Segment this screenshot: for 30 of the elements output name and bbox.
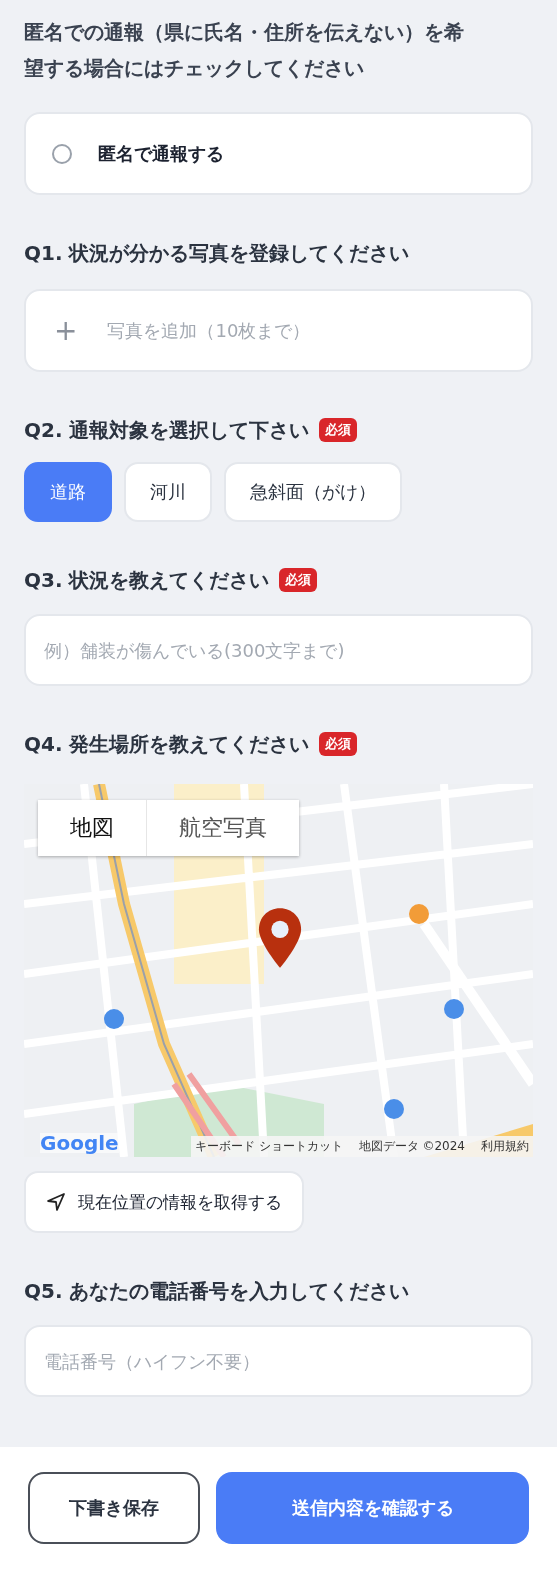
map-attribution-link[interactable]: 利用規約: [481, 1138, 529, 1155]
map-pin-icon: [257, 906, 303, 970]
choice-chip[interactable]: 道路: [24, 462, 112, 522]
required-badge: 必須: [279, 568, 318, 592]
question-label: Q3. 状況を教えてください: [24, 566, 270, 594]
anonymous-option[interactable]: 匿名で通報する: [24, 112, 533, 195]
input-field[interactable]: 例）舗装が傷んでいる(300文字まで): [24, 614, 533, 686]
question-label: Q2. 通報対象を選択して下さい: [24, 416, 310, 444]
map-type-tab[interactable]: 地図: [38, 800, 146, 856]
option-label: 匿名で通報する: [98, 141, 224, 166]
radio-button[interactable]: [52, 143, 72, 164]
save-draft-button[interactable]: 下書き保存: [28, 1472, 200, 1544]
map-attribution-link[interactable]: 地図データ ©2024: [358, 1138, 465, 1155]
question-label: Q1. 状況が分かる写真を登録してください: [24, 239, 410, 267]
anonymous-prompt: 匿名での通報（県に氏名・住所を伝えない）を希望する場合にはチェックしてください: [24, 19, 465, 82]
map-type-tab[interactable]: 航空写真: [146, 800, 299, 856]
placeholder-text: 写真を追加（10枚まで）: [107, 318, 311, 343]
input-field[interactable]: 電話番号（ハイフン不要）: [24, 1325, 533, 1397]
choice-chip[interactable]: 急斜面（がけ）: [224, 462, 402, 522]
plus-icon: +: [54, 316, 78, 345]
confirm-button[interactable]: 送信内容を確認する: [216, 1472, 529, 1544]
required-badge: 必須: [319, 418, 358, 442]
locate-button[interactable]: 現在位置の情報を取得する: [24, 1171, 304, 1233]
question-label: Q5. あなたの電話番号を入力してください: [24, 1277, 410, 1305]
navigation-arrow-icon: [46, 1192, 66, 1212]
required-badge: 必須: [319, 732, 358, 756]
map-attribution-link[interactable]: キーボード ショートカット: [194, 1138, 343, 1155]
map-logo: Google: [40, 1133, 119, 1153]
question-label: Q4. 発生場所を教えてください: [24, 730, 310, 758]
choice-chip[interactable]: 河川: [124, 462, 212, 522]
